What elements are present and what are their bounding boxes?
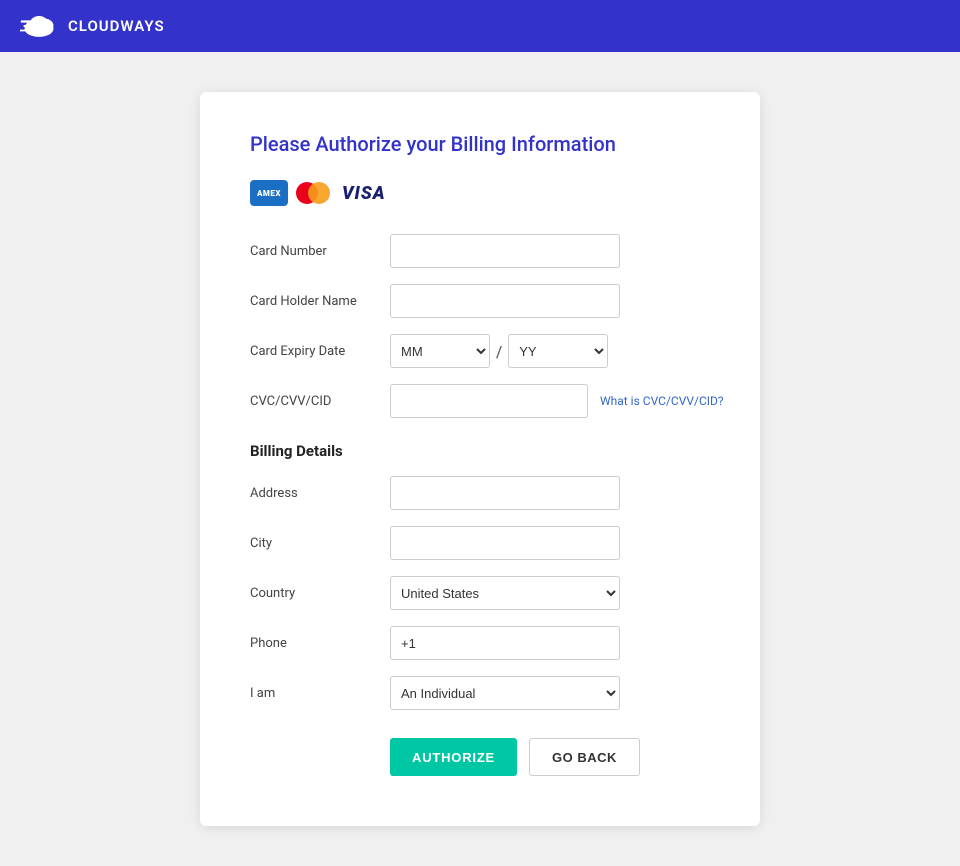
authorize-button[interactable]: AUTHORIZE bbox=[390, 738, 517, 776]
card-number-input[interactable] bbox=[390, 234, 620, 268]
cvc-row: CVC/CVV/CID What is CVC/CVV/CID? bbox=[250, 384, 710, 418]
logo-text: CLOUDWAYS bbox=[68, 17, 165, 35]
phone-input[interactable] bbox=[390, 626, 620, 660]
city-input[interactable] bbox=[390, 526, 620, 560]
country-select[interactable]: United States United Kingdom Canada Aust… bbox=[390, 576, 620, 610]
expiry-separator: / bbox=[496, 342, 502, 361]
i-am-select[interactable]: An Individual A Company bbox=[390, 676, 620, 710]
address-label: Address bbox=[250, 486, 390, 501]
mastercard-icon bbox=[294, 180, 332, 206]
city-row: City bbox=[250, 526, 710, 560]
main-content: Please Authorize your Billing Informatio… bbox=[0, 52, 960, 866]
phone-row: Phone bbox=[250, 626, 710, 660]
cvc-field-area: What is CVC/CVV/CID? bbox=[390, 384, 724, 418]
billing-section-title: Billing Details bbox=[250, 442, 710, 460]
cvc-label: CVC/CVV/CID bbox=[250, 394, 390, 409]
card-holder-label: Card Holder Name bbox=[250, 294, 390, 309]
i-am-row: I am An Individual A Company bbox=[250, 676, 710, 710]
amex-icon: AMEX bbox=[250, 180, 288, 206]
country-row: Country United States United Kingdom Can… bbox=[250, 576, 710, 610]
card-number-label: Card Number bbox=[250, 244, 390, 259]
mc-circle-right bbox=[308, 182, 330, 204]
cvc-input[interactable] bbox=[390, 384, 588, 418]
country-label: Country bbox=[250, 586, 390, 601]
city-label: City bbox=[250, 536, 390, 551]
form-buttons: AUTHORIZE GO BACK bbox=[390, 738, 710, 776]
go-back-button[interactable]: GO BACK bbox=[529, 738, 640, 776]
card-holder-row: Card Holder Name bbox=[250, 284, 710, 318]
card-holder-input[interactable] bbox=[390, 284, 620, 318]
card-expiry-label: Card Expiry Date bbox=[250, 344, 390, 359]
address-input[interactable] bbox=[390, 476, 620, 510]
card-number-row: Card Number bbox=[250, 234, 710, 268]
expiry-month-select[interactable]: MM 010203 040506 070809 101112 bbox=[390, 334, 490, 368]
address-row: Address bbox=[250, 476, 710, 510]
billing-card: Please Authorize your Billing Informatio… bbox=[200, 92, 760, 826]
card-brand-icons: AMEX VISA bbox=[250, 180, 710, 206]
i-am-label: I am bbox=[250, 686, 390, 701]
visa-icon: VISA bbox=[338, 183, 390, 204]
page-title: Please Authorize your Billing Informatio… bbox=[250, 132, 710, 156]
main-header: CLOUDWAYS bbox=[0, 0, 960, 52]
logo-area: CLOUDWAYS bbox=[20, 12, 165, 40]
phone-label: Phone bbox=[250, 636, 390, 651]
cvc-help-link[interactable]: What is CVC/CVV/CID? bbox=[600, 394, 724, 408]
card-expiry-row: Card Expiry Date MM 010203 040506 070809… bbox=[250, 334, 710, 368]
cloudways-logo-icon bbox=[20, 12, 58, 40]
expiry-year-select[interactable]: YY 202420252026 2027202820292030 bbox=[508, 334, 608, 368]
expiry-selects: MM 010203 040506 070809 101112 / YY 2024… bbox=[390, 334, 608, 368]
